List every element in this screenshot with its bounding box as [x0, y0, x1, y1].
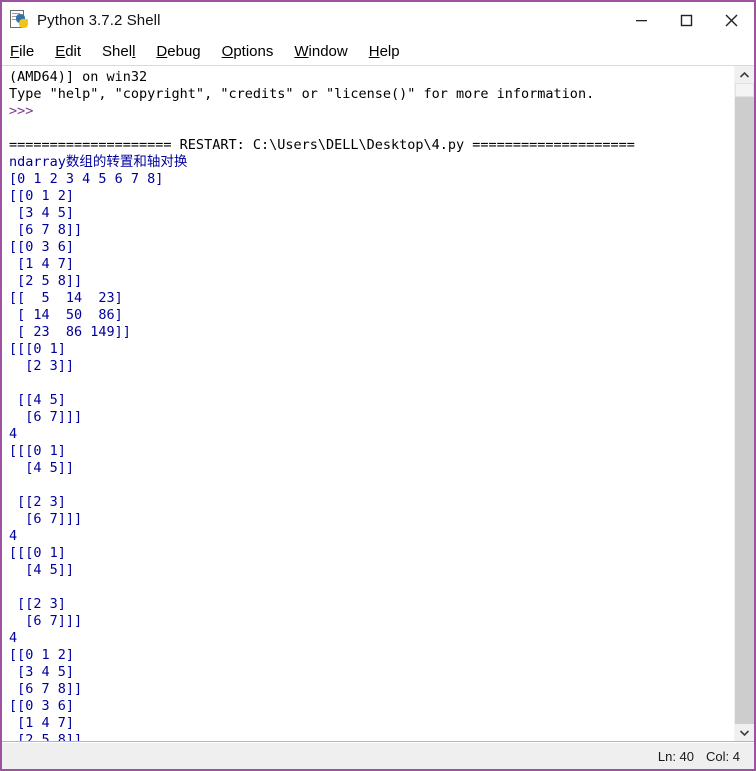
- shell-line: 4: [9, 426, 18, 442]
- shell-line: [3 4 5]: [9, 664, 75, 680]
- shell-line: [1 4 7]: [9, 256, 75, 272]
- shell-line: [1 4 7]: [9, 715, 75, 731]
- shell-line: [[0 1 2]: [9, 188, 75, 204]
- shell-text-area[interactable]: (AMD64)] on win32 Type "help", "copyrigh…: [2, 66, 734, 741]
- shell-line: ndarray数组的转置和轴对换: [9, 154, 188, 170]
- window-title: Python 3.7.2 Shell: [37, 11, 161, 29]
- vertical-scrollbar[interactable]: [734, 66, 754, 741]
- shell-line: >>>: [9, 103, 42, 119]
- shell-line: [[[0 1]: [9, 545, 66, 561]
- menu-item-window-label: indow: [308, 43, 348, 60]
- shell-line: [6 7]]]: [9, 409, 83, 425]
- shell-line: [[0 3 6]: [9, 239, 75, 255]
- python-file-icon: [9, 10, 29, 30]
- shell-line: [6 7]]]: [9, 511, 83, 527]
- shell-line: [[0 3 6]: [9, 698, 75, 714]
- scrollbar-thumb[interactable]: [735, 83, 754, 97]
- shell-line: 4: [9, 630, 18, 646]
- shell-line: [4 5]]: [9, 562, 75, 578]
- shell-line: [[4 5]: [9, 392, 66, 408]
- shell-line: [[0 1 2]: [9, 647, 75, 663]
- menu-item-help-label: elp: [379, 43, 400, 60]
- shell-line: [[2 3]: [9, 596, 66, 612]
- shell-line: ==================== RESTART: C:\Users\D…: [9, 137, 635, 153]
- scroll-up-icon[interactable]: [735, 66, 754, 83]
- menu-item-debug-label: ebug: [167, 43, 201, 60]
- shell-line: [6 7]]]: [9, 613, 83, 629]
- status-line-indicator: Ln: 40: [657, 748, 695, 764]
- status-col-indicator: Col: 4: [706, 748, 740, 764]
- menu-item-shell[interactable]: Shell: [102, 43, 135, 60]
- shell-line: [[ 5 14 23]: [9, 290, 123, 306]
- shell-line: [[2 3]: [9, 494, 66, 510]
- shell-line: Type "help", "copyright", "credits" or "…: [9, 86, 595, 102]
- shell-line: (AMD64)] on win32: [9, 69, 148, 85]
- shell-line: [6 7 8]]: [9, 222, 83, 238]
- menu-item-edit-label: dit: [65, 43, 82, 60]
- shell-line: [2 5 8]]: [9, 273, 83, 289]
- shell-line: [ 14 50 86]: [9, 307, 123, 323]
- menu-item-edit[interactable]: Edit: [55, 43, 81, 60]
- shell-content-area: (AMD64)] on win32 Type "help", "copyrigh…: [2, 66, 754, 742]
- shell-line: [6 7 8]]: [9, 681, 83, 697]
- window-controls: [619, 2, 754, 38]
- menu-item-shell-label: Shel: [102, 43, 133, 60]
- status-bar: Ln: 40 Col: 4: [2, 742, 754, 769]
- menu-item-debug[interactable]: Debug: [156, 43, 200, 60]
- shell-line: [2 3]]: [9, 358, 75, 374]
- maximize-button[interactable]: [664, 2, 709, 38]
- minimize-button[interactable]: [619, 2, 664, 38]
- idle-shell-window: Python 3.7.2 Shell File Edit Shell Debug…: [0, 0, 756, 771]
- scroll-down-icon[interactable]: [735, 724, 754, 741]
- title-bar: Python 3.7.2 Shell: [2, 2, 754, 38]
- shell-output: (AMD64)] on win32 Type "help", "copyrigh…: [9, 69, 734, 741]
- shell-line: [4 5]]: [9, 460, 75, 476]
- shell-line: [3 4 5]: [9, 205, 75, 221]
- shell-line: [2 5 8]]: [9, 732, 83, 741]
- menu-item-window[interactable]: Window: [294, 43, 347, 60]
- shell-line: [ 23 86 149]]: [9, 324, 131, 340]
- scrollbar-track[interactable]: [735, 83, 754, 724]
- close-button[interactable]: [709, 2, 754, 38]
- menu-item-file-label: ile: [19, 43, 35, 60]
- menu-item-help[interactable]: Help: [369, 43, 400, 60]
- menu-item-options-label: ptions: [233, 43, 274, 60]
- menu-item-file[interactable]: File: [10, 43, 34, 60]
- shell-line: [[[0 1]: [9, 341, 66, 357]
- menu-item-options[interactable]: Options: [222, 43, 274, 60]
- shell-line: [0 1 2 3 4 5 6 7 8]: [9, 171, 164, 187]
- shell-line: [[[0 1]: [9, 443, 66, 459]
- menu-bar: File Edit Shell Debug Options Window Hel…: [2, 38, 754, 66]
- shell-line: 4: [9, 528, 18, 544]
